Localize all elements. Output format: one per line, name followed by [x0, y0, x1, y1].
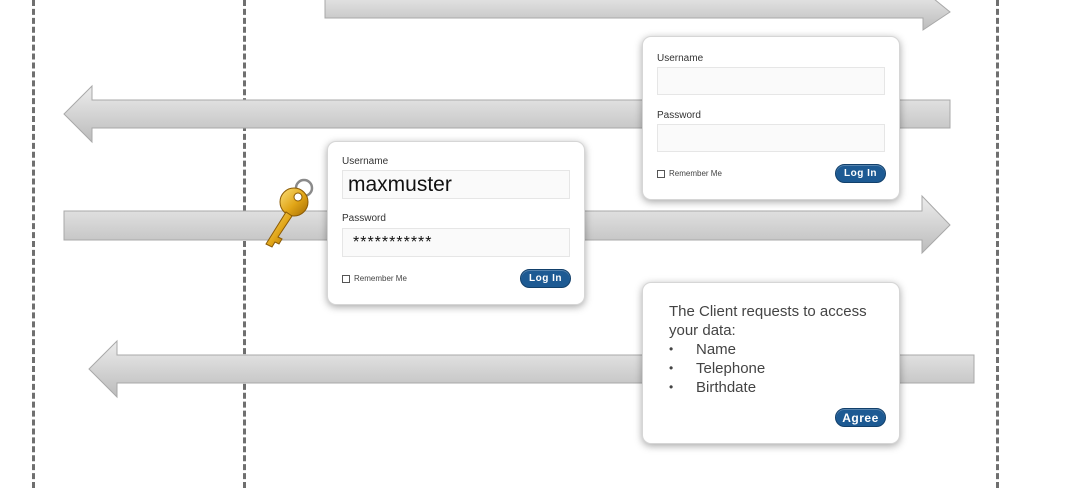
login-form-filled: Username maxmuster Password *********** …	[327, 141, 585, 305]
consent-intro: The Client requests to access your data:	[669, 303, 867, 339]
checkbox-icon[interactable]	[342, 274, 350, 283]
username-field[interactable]: maxmuster	[342, 170, 570, 199]
login-button[interactable]: Log In	[835, 164, 886, 183]
login-button[interactable]: Log In	[520, 269, 571, 288]
username-label: Username	[657, 53, 704, 64]
remember-label: Remember Me	[354, 274, 407, 283]
consent-list: Name Telephone Birthdate	[669, 340, 889, 397]
remember-me[interactable]: Remember Me	[342, 274, 407, 283]
password-label: Password	[657, 110, 701, 121]
password-label: Password	[342, 213, 386, 224]
password-field[interactable]	[657, 124, 885, 152]
checkbox-icon[interactable]	[657, 169, 665, 178]
remember-me[interactable]: Remember Me	[657, 169, 722, 178]
consent-body: The Client requests to access your data:…	[669, 302, 889, 397]
consent-dialog: The Client requests to access your data:…	[642, 282, 900, 444]
password-field[interactable]: ***********	[342, 228, 570, 257]
arrow-request-right	[324, 0, 951, 31]
list-item: Telephone	[669, 359, 889, 378]
list-item: Birthdate	[669, 378, 889, 397]
list-item: Name	[669, 340, 889, 359]
key-icon	[265, 178, 314, 248]
username-field[interactable]	[657, 67, 885, 95]
username-label: Username	[342, 156, 389, 167]
agree-button[interactable]: Agree	[835, 408, 886, 427]
login-form-empty: Username Password Remember Me Log In	[642, 36, 900, 200]
remember-label: Remember Me	[669, 169, 722, 178]
